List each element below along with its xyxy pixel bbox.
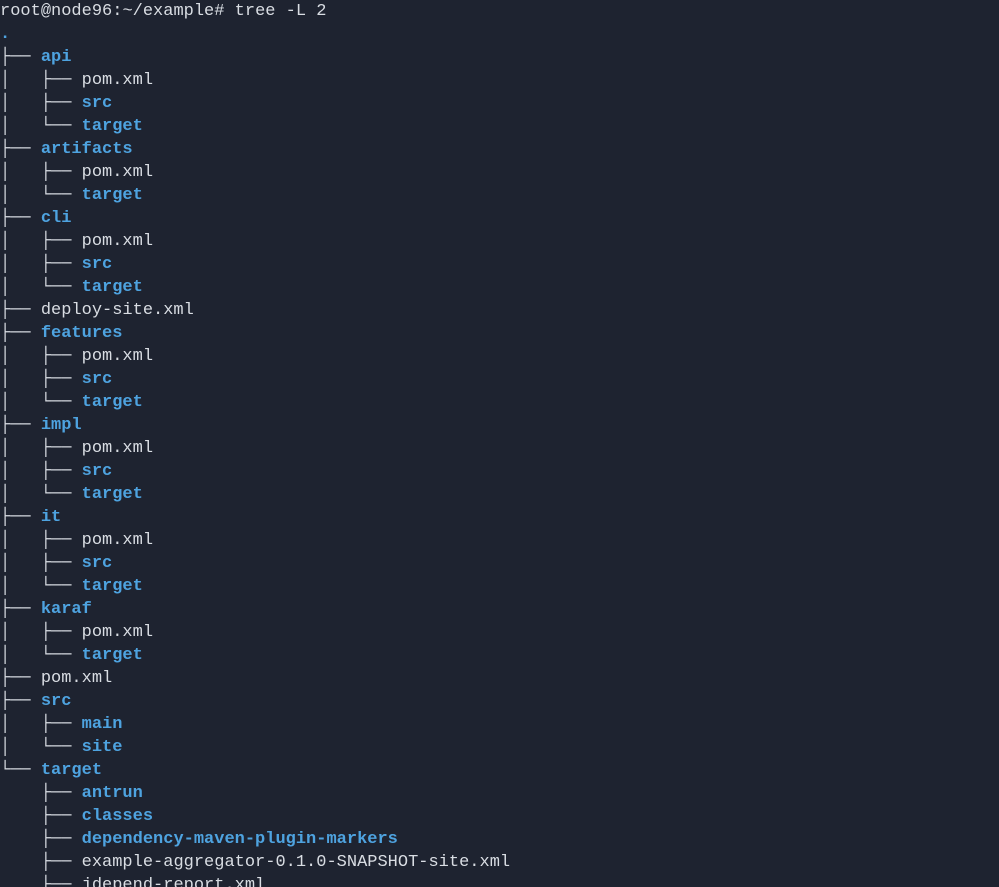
tree-branch: ├──	[0, 784, 82, 803]
tree-dir: src	[82, 255, 113, 274]
tree-file: jdepend-report.xml	[82, 876, 266, 887]
tree-dir: artifacts	[41, 140, 133, 159]
tree-branch: ├──	[0, 508, 41, 527]
tree-dir: src	[82, 370, 113, 389]
tree-file: pom.xml	[82, 163, 153, 182]
tree-dir: target	[82, 646, 143, 665]
tree-file: pom.xml	[82, 623, 153, 642]
tree-branch: │ └──	[0, 393, 82, 412]
tree-dir: karaf	[41, 600, 92, 619]
tree-branch: ├──	[0, 140, 41, 159]
tree-branch: │ ├──	[0, 94, 82, 113]
tree-branch: │ ├──	[0, 71, 82, 90]
tree-branch: │ ├──	[0, 439, 82, 458]
tree-branch: ├──	[0, 324, 41, 343]
tree-branch: └──	[0, 761, 41, 780]
tree-branch: │ ├──	[0, 347, 82, 366]
tree-branch: ├──	[0, 876, 82, 887]
tree-branch: ├──	[0, 853, 82, 872]
tree-file: pom.xml	[82, 71, 153, 90]
prompt-colon: :	[112, 2, 122, 21]
tree-branch: ├──	[0, 669, 41, 688]
prompt-space	[224, 2, 234, 21]
tree-body: ├── api │ ├── pom.xml │ ├── src │ └── ta…	[0, 48, 510, 887]
command-text: tree -L 2	[235, 2, 327, 21]
tree-dir: src	[41, 692, 72, 711]
tree-dir: target	[82, 393, 143, 412]
tree-file: deploy-site.xml	[41, 301, 194, 320]
tree-branch: ├──	[0, 830, 82, 849]
tree-dir: features	[41, 324, 123, 343]
tree-branch: ├──	[0, 48, 41, 67]
prompt-symbol: #	[214, 2, 224, 21]
tree-branch: │ └──	[0, 117, 82, 136]
tree-dir: src	[82, 462, 113, 481]
tree-branch: │ ├──	[0, 163, 82, 182]
tree-branch: ├──	[0, 416, 41, 435]
tree-dir: it	[41, 508, 61, 527]
tree-branch: │ └──	[0, 738, 82, 757]
tree-dir: src	[82, 554, 113, 573]
tree-branch: │ ├──	[0, 715, 82, 734]
tree-dir: target	[82, 278, 143, 297]
prompt-path: ~/example	[122, 2, 214, 21]
tree-root: .	[0, 25, 10, 44]
prompt-at: @	[41, 2, 51, 21]
tree-branch: │ ├──	[0, 531, 82, 550]
tree-dir: site	[82, 738, 123, 757]
tree-dir: main	[82, 715, 123, 734]
tree-branch: ├──	[0, 807, 82, 826]
tree-branch: ├──	[0, 209, 41, 228]
tree-dir: antrun	[82, 784, 143, 803]
tree-branch: │ └──	[0, 646, 82, 665]
tree-branch: │ ├──	[0, 255, 82, 274]
tree-dir: src	[82, 94, 113, 113]
tree-file: pom.xml	[82, 439, 153, 458]
tree-branch: ├──	[0, 600, 41, 619]
tree-dir: target	[82, 186, 143, 205]
tree-dir: impl	[41, 416, 82, 435]
tree-file: example-aggregator-0.1.0-SNAPSHOT-site.x…	[82, 853, 510, 872]
tree-dir: classes	[82, 807, 153, 826]
tree-dir: cli	[41, 209, 72, 228]
tree-branch: │ └──	[0, 186, 82, 205]
tree-branch: ├──	[0, 692, 41, 711]
tree-branch: │ ├──	[0, 623, 82, 642]
tree-dir: target	[82, 485, 143, 504]
prompt-host: node96	[51, 2, 112, 21]
tree-branch: ├──	[0, 301, 41, 320]
tree-branch: │ ├──	[0, 462, 82, 481]
prompt-user: root	[0, 2, 41, 21]
tree-branch: │ └──	[0, 278, 82, 297]
tree-file: pom.xml	[82, 531, 153, 550]
tree-dir: target	[82, 117, 143, 136]
tree-file: pom.xml	[82, 347, 153, 366]
tree-branch: │ ├──	[0, 232, 82, 251]
tree-branch: │ └──	[0, 485, 82, 504]
tree-dir: dependency-maven-plugin-markers	[82, 830, 398, 849]
tree-dir: target	[82, 577, 143, 596]
tree-branch: │ ├──	[0, 370, 82, 389]
tree-dir: api	[41, 48, 72, 67]
terminal-output[interactable]: root@node96:~/example# tree -L 2 . ├── a…	[0, 0, 999, 887]
tree-dir: target	[41, 761, 102, 780]
tree-branch: │ ├──	[0, 554, 82, 573]
tree-branch: │ └──	[0, 577, 82, 596]
tree-file: pom.xml	[82, 232, 153, 251]
tree-file: pom.xml	[41, 669, 112, 688]
